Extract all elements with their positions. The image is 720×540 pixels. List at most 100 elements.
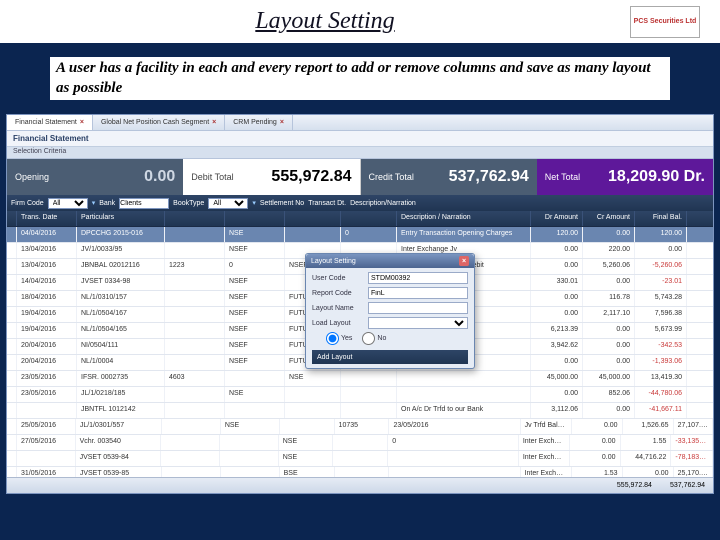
cell: NL/1/0504/165 (77, 323, 165, 338)
footer-totals: 555,972.84 537,762.94 (7, 477, 713, 493)
cell (341, 371, 397, 386)
table-row[interactable]: 27/05/2016Vchr. 003540NSE0Inter Exchange… (7, 435, 713, 451)
table-row[interactable]: 23/05/2016JL/1/0218/185NSE0.00852.06-44,… (7, 387, 713, 403)
cell: 0 (225, 259, 285, 274)
cell (165, 355, 225, 370)
dialog-titlebar[interactable]: Layout Setting × (306, 254, 474, 268)
cell: 19/04/2016 (17, 307, 77, 322)
close-icon[interactable]: × (80, 119, 84, 126)
cell: JBNTFL 1012142 (77, 403, 165, 418)
add-layout-button[interactable]: Add Layout (312, 350, 468, 364)
cell (397, 371, 531, 386)
load-layout-select[interactable] (368, 317, 468, 329)
table-row[interactable]: 04/04/2016DPCCHG 2015-016NSE0Entry Trans… (7, 227, 713, 243)
cell: 23/05/2016 (17, 371, 77, 386)
cell: -23.01 (635, 275, 687, 290)
cell: NL/1/0310/157 (77, 291, 165, 306)
cell: 13,419.30 (635, 371, 687, 386)
cell: On A/c Dr Trfd to our Bank (397, 403, 531, 418)
summary-net: Net Total18,209.90 Dr. (537, 159, 713, 195)
cell: -342.53 (635, 339, 687, 354)
tab-label: Global Net Position Cash Segment (101, 119, 209, 126)
tab-bar: Financial Statement × Global Net Positio… (7, 115, 713, 131)
cell (17, 403, 77, 418)
cell (165, 339, 225, 354)
tab-global-net-position[interactable]: Global Net Position Cash Segment × (93, 115, 225, 130)
selection-criteria-bar[interactable]: Selection Criteria (7, 147, 713, 159)
cell: 120.00 (635, 227, 687, 242)
cell: 2,117.10 (583, 307, 635, 322)
load-layout-label: Load Layout (312, 320, 364, 327)
cell: 1223 (165, 259, 225, 274)
cell: 27/05/2016 (17, 435, 76, 450)
cell (220, 435, 279, 450)
cell: 25/05/2016 (17, 419, 76, 434)
description: A user has a facility in each and every … (0, 45, 720, 114)
tab-label: CRM Pending (233, 119, 277, 126)
chevron-down-icon[interactable]: ▾ (252, 199, 256, 207)
cell: JL/1/0218/185 (77, 387, 165, 402)
cell: JVSET 0334-98 (77, 275, 165, 290)
summary-opening: Opening0.00 (7, 159, 183, 195)
cell (165, 323, 225, 338)
cell: 23/05/2016 (17, 387, 77, 402)
cell: 5,743.28 (635, 291, 687, 306)
layout-name-input[interactable] (368, 302, 468, 314)
layout-setting-dialog: Layout Setting × User Code Report Code L… (305, 253, 475, 369)
cell (397, 387, 531, 402)
tab-financial-statement[interactable]: Financial Statement × (7, 115, 93, 130)
table-row[interactable]: 25/05/2016JL/1/0301/557NSE1073523/05/201… (7, 419, 713, 435)
report-code-input[interactable] (368, 287, 468, 299)
cell: 0.00 (583, 227, 635, 242)
cell: 0.00 (570, 451, 621, 466)
cell (7, 371, 17, 386)
cell: 3,942.62 (531, 339, 583, 354)
cell: 852.06 (583, 387, 635, 402)
cell: 116.78 (583, 291, 635, 306)
bank-label: Bank (99, 200, 115, 207)
radio-yes[interactable]: Yes (326, 332, 352, 345)
cell: 27,107.57 (674, 419, 713, 434)
cell: 4603 (165, 371, 225, 386)
close-icon[interactable]: × (459, 256, 469, 266)
cell (285, 227, 341, 242)
cell: 14/04/2016 (17, 275, 77, 290)
cell: NI/0504/111 (77, 339, 165, 354)
book-select[interactable]: All (208, 198, 248, 209)
cell: 0.00 (583, 275, 635, 290)
cell: NSEF (225, 307, 285, 322)
cell: NSEF (225, 355, 285, 370)
user-code-input[interactable] (368, 272, 468, 284)
close-icon[interactable]: × (212, 119, 216, 126)
cell (388, 451, 519, 466)
cell (7, 451, 17, 466)
cell (225, 371, 285, 386)
cell: JL/1/0301/557 (76, 419, 162, 434)
cell (17, 451, 76, 466)
cell (7, 323, 17, 338)
table-row[interactable]: 23/05/2016IFSR. 00027354603NSE45,000.004… (7, 371, 713, 387)
chevron-down-icon[interactable]: ▾ (92, 199, 96, 207)
cell: 3,112.06 (531, 403, 583, 418)
cell: NSEF (225, 339, 285, 354)
footer-dr: 555,972.84 (617, 482, 652, 489)
cell: NL/1/0004 (77, 355, 165, 370)
close-icon[interactable]: × (280, 119, 284, 126)
cell: 5,260.06 (583, 259, 635, 274)
cell: 6,213.39 (531, 323, 583, 338)
cell: 0.00 (531, 259, 583, 274)
cell (7, 275, 17, 290)
table-row[interactable]: JVSET 0539-84NSEInter Exchange Jv0.0044,… (7, 451, 713, 467)
table-row[interactable]: JBNTFL 1012142 On A/c Dr Trfd to our Bank… (7, 403, 713, 419)
bank-input[interactable] (119, 198, 169, 209)
brand-logo: PCS Securities Ltd (630, 6, 700, 38)
cell (7, 291, 17, 306)
cell (7, 355, 17, 370)
cell: 220.00 (583, 243, 635, 258)
cell (280, 419, 335, 434)
tab-crm-pending[interactable]: CRM Pending × (225, 115, 293, 130)
cell: NSE (221, 419, 280, 434)
cell: 120.00 (531, 227, 583, 242)
radio-no[interactable]: No (362, 332, 386, 345)
firm-code-select[interactable]: All (48, 198, 88, 209)
